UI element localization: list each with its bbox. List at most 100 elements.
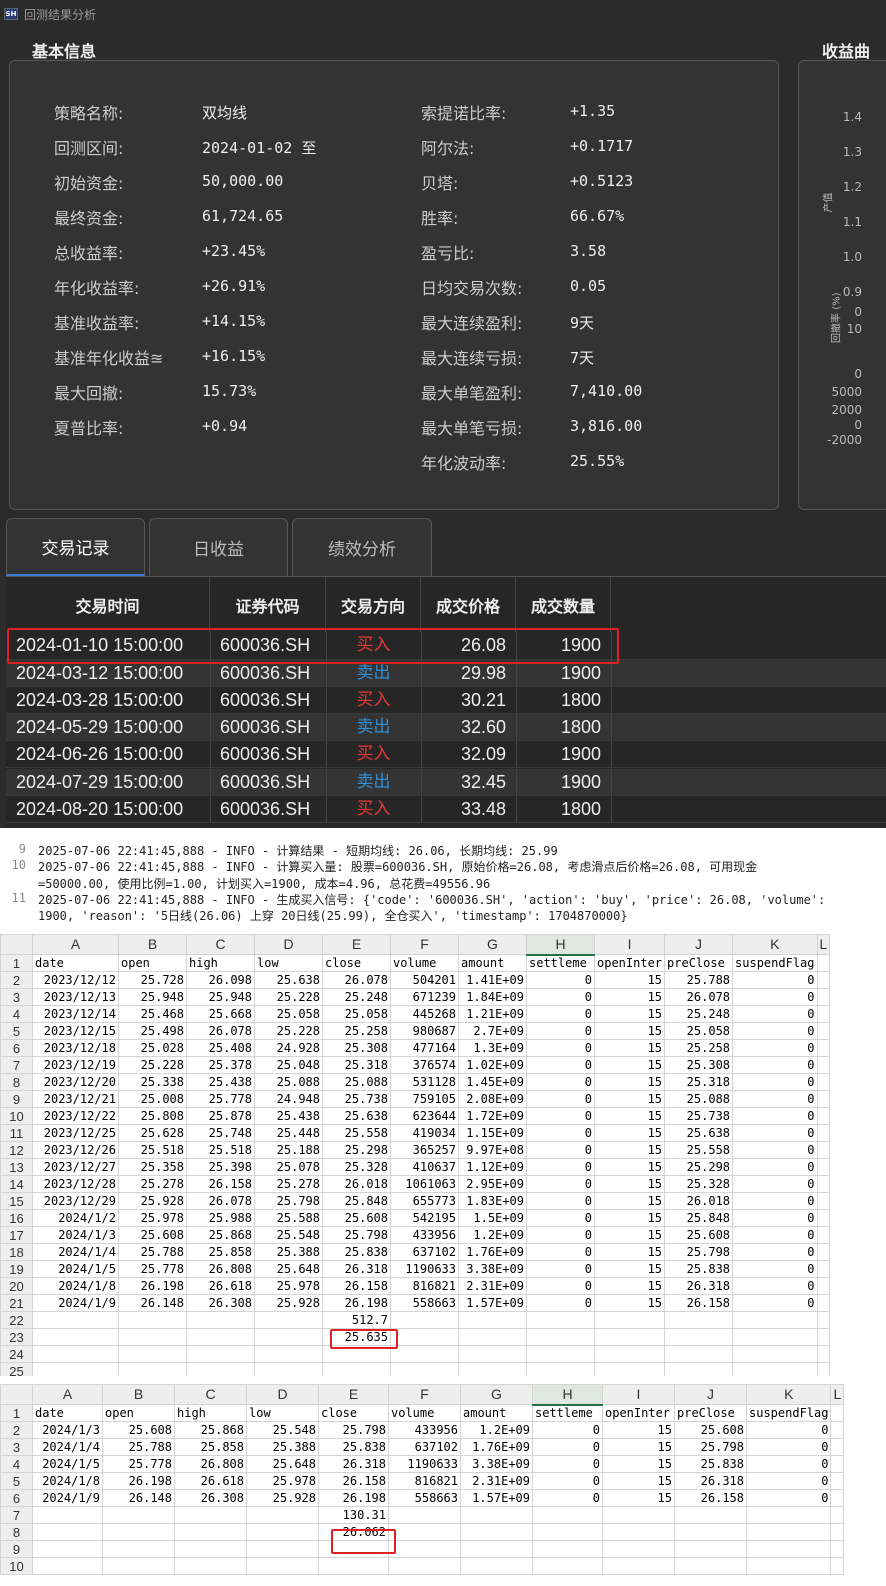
sheet-cell[interactable]: 2024/1/3 [32,1226,119,1244]
sheet-cell[interactable]: 637102 [390,1243,459,1261]
sheet-cell[interactable] [732,1362,818,1376]
sheet-cell[interactable]: 25.628 [118,1124,187,1142]
sheet-cell[interactable]: 25.978 [246,1472,319,1490]
sheet-cell[interactable] [664,1345,734,1363]
sheet-cell[interactable]: 558663 [390,1294,459,1312]
sheet-cell[interactable]: 512.7 [322,1311,391,1329]
sheet-cell[interactable]: 25.058 [322,1005,391,1023]
sheet-cell[interactable]: 0 [745,1489,832,1507]
sheet-cell[interactable]: 433956 [388,1421,461,1439]
sheet-cell[interactable]: 25.608 [322,1209,391,1227]
sheet-cell[interactable]: 477164 [390,1039,459,1057]
sheet-cell[interactable]: amount [458,954,527,972]
sheet-cell[interactable]: 0 [732,1294,818,1312]
sheet-cell[interactable]: low [254,954,323,972]
sheet-cell[interactable]: 0 [732,1209,818,1227]
sheet-cell[interactable]: 15 [602,1438,675,1456]
sheet-cell[interactable] [602,1506,675,1524]
sheet-cell[interactable]: 15 [593,1277,666,1295]
sheet-cell[interactable] [816,1362,831,1376]
sheet-cell[interactable] [816,1277,831,1295]
sheet-cell[interactable]: 15 [593,1107,666,1125]
sheet-cell[interactable]: 1.76E+09 [460,1438,533,1456]
sheet-cell[interactable]: 542195 [390,1209,459,1227]
sheet-cell[interactable]: 2024/1/3 [32,1421,103,1439]
column-header[interactable]: A [32,1384,103,1405]
sheet-cell[interactable]: 637102 [388,1438,461,1456]
sheet-cell[interactable]: 504201 [390,971,459,989]
sheet-cell[interactable]: 25.608 [664,1226,734,1244]
sheet-cell[interactable] [745,1540,832,1558]
sheet-cell[interactable]: 0 [745,1421,832,1439]
sheet-cell[interactable] [816,1158,831,1176]
sheet-cell[interactable]: 0 [526,1073,595,1091]
sheet-cell[interactable] [664,1311,734,1329]
sheet-cell[interactable]: 0 [732,1124,818,1142]
sheet-cell[interactable]: 25.988 [186,1209,255,1227]
sheet-cell[interactable] [674,1506,747,1524]
row-header[interactable]: 25 [0,1362,33,1376]
sheet-cell[interactable]: 25.328 [322,1158,391,1176]
sheet-cell[interactable] [458,1362,527,1376]
sheet-cell[interactable]: 2024/1/2 [32,1209,119,1227]
sheet-cell[interactable]: 1.2E+09 [458,1226,527,1244]
sheet-cell[interactable]: 1.84E+09 [458,988,527,1006]
sheet-cell[interactable] [532,1523,603,1541]
sheet-cell[interactable] [674,1540,747,1558]
sheet-cell[interactable] [246,1557,319,1575]
sheet-cell[interactable]: 25.328 [664,1175,734,1193]
sheet-cell[interactable] [388,1540,461,1558]
sheet-cell[interactable] [186,1362,255,1376]
row-header[interactable]: 5 [0,1472,33,1490]
sheet-cell[interactable] [32,1328,119,1346]
sheet-cell[interactable] [32,1523,103,1541]
sheet-cell[interactable]: 0 [532,1455,603,1473]
sheet-cell[interactable]: 25.838 [322,1243,391,1261]
sheet-cell[interactable]: 26.318 [322,1260,391,1278]
sheet-cell[interactable]: 25.358 [118,1158,187,1176]
sheet-cell[interactable] [118,1311,187,1329]
sheet-cell[interactable] [830,1455,845,1473]
row-header[interactable]: 15 [0,1192,33,1210]
sheet-cell[interactable]: 0 [732,1039,818,1057]
sheet-cell[interactable]: 15 [602,1472,675,1490]
sheet-cell[interactable]: 25.978 [118,1209,187,1227]
sheet-cell[interactable]: 0 [526,1277,595,1295]
column-header[interactable]: K [745,1384,832,1405]
sheet-cell[interactable]: 25.248 [322,988,391,1006]
sheet-cell[interactable]: 26.148 [102,1489,175,1507]
row-header[interactable]: 3 [0,1438,33,1456]
sheet-cell[interactable] [816,1226,831,1244]
sheet-cell[interactable]: openInter [602,1404,675,1422]
column-header[interactable]: H [526,934,595,956]
sheet-cell[interactable]: 25.088 [664,1090,734,1108]
sheet-cell[interactable] [830,1506,845,1524]
sheet-cell[interactable]: 3.38E+09 [458,1260,527,1278]
sheet-cell[interactable]: 25.438 [254,1107,323,1125]
sheet-cell[interactable]: 531128 [390,1073,459,1091]
row-header[interactable]: 21 [0,1294,33,1312]
sheet-cell[interactable]: 15 [593,1090,666,1108]
sheet-cell[interactable]: 15 [593,971,666,989]
sheet-cell[interactable] [388,1557,461,1575]
sheet-cell[interactable]: 25.308 [322,1039,391,1057]
sheet-cell[interactable] [816,1311,831,1329]
sheet-cell[interactable]: close [318,1404,389,1422]
sheet-cell[interactable] [390,1328,459,1346]
sheet-cell[interactable]: 25.868 [174,1421,247,1439]
sheet-cell[interactable]: 25.668 [186,1005,255,1023]
sheet-cell[interactable]: 2023/12/27 [32,1158,119,1176]
sheet-cell[interactable]: 24.948 [254,1090,323,1108]
sheet-cell[interactable]: 0 [526,1192,595,1210]
sheet-cell[interactable] [816,1192,831,1210]
row-header[interactable]: 14 [0,1175,33,1193]
sheet-cell[interactable]: 0 [526,1260,595,1278]
sheet-cell[interactable]: close [322,954,391,972]
sheet-cell[interactable]: 0 [532,1489,603,1507]
sheet-cell[interactable]: 2023/12/21 [32,1090,119,1108]
column-header[interactable]: B [102,1384,175,1405]
column-header[interactable]: E [322,934,391,955]
sheet-cell[interactable]: 25.228 [254,1022,323,1040]
sheet-cell[interactable]: high [174,1404,247,1422]
sheet-cell[interactable]: 0 [526,1107,595,1125]
